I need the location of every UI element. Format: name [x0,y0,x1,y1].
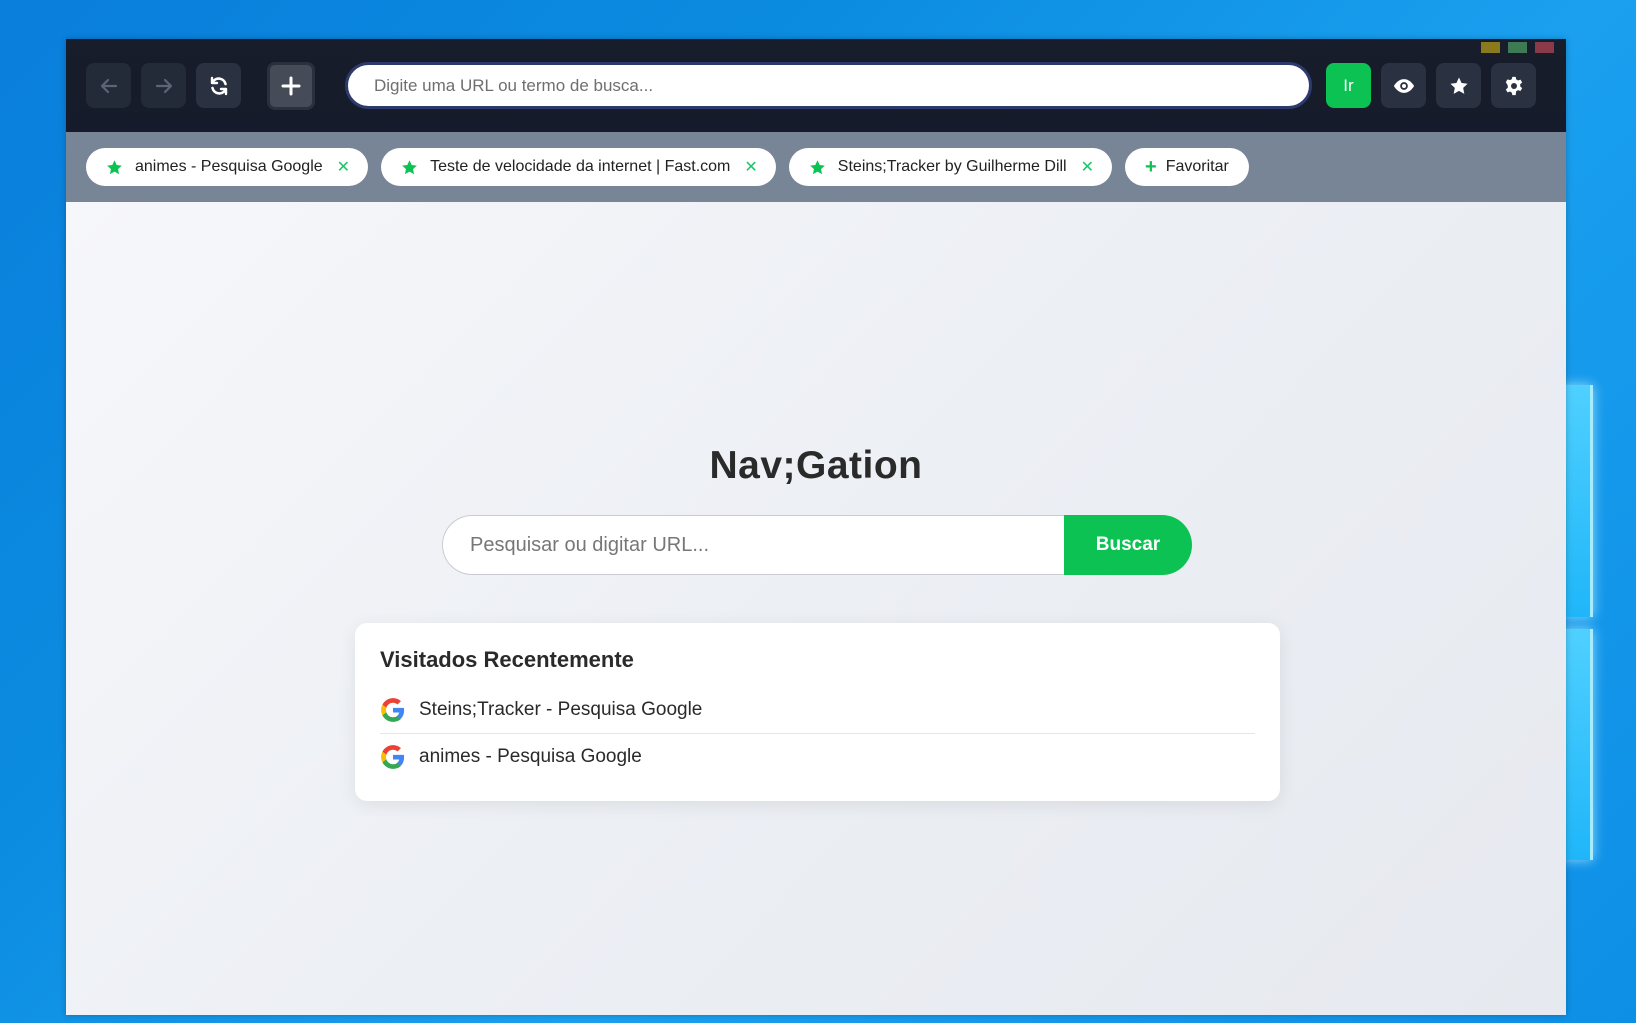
close-button[interactable] [1535,42,1554,53]
google-icon [381,745,405,769]
favorites-bar: animes - Pesquisa Google ✕ Teste de velo… [66,132,1566,202]
recent-site-label: animes - Pesquisa Google [419,746,642,767]
favorite-label: Teste de velocidade da internet | Fast.c… [430,158,731,175]
window-controls [1481,42,1554,53]
minimize-button[interactable] [1481,42,1500,53]
star-icon [809,159,826,176]
plus-icon: + [1145,156,1157,178]
favorite-label: animes - Pesquisa Google [135,158,323,175]
recent-site-item[interactable]: Steins;Tracker - Pesquisa Google [380,687,1255,733]
desktop-logo [1560,385,1624,860]
google-icon [381,698,405,722]
url-input[interactable] [372,74,1309,97]
favorite-item[interactable]: Teste de velocidade da internet | Fast.c… [381,148,776,186]
new-tab-page: Nav;Gation Buscar Visitados Recentemente… [66,202,1566,1015]
bookmarks-button[interactable] [1436,63,1481,108]
maximize-button[interactable] [1508,42,1527,53]
star-icon [1449,77,1468,94]
recent-site-item[interactable]: animes - Pesquisa Google [380,733,1255,780]
settings-button[interactable] [1491,63,1536,108]
privacy-button[interactable] [1381,63,1426,108]
new-tab-button[interactable] [267,61,315,110]
arrow-left-icon [100,78,117,93]
add-favorite-label: Favoritar [1165,158,1229,175]
reload-icon [210,76,227,95]
recent-site-label: Steins;Tracker - Pesquisa Google [419,699,703,720]
go-button[interactable]: Ir [1326,63,1371,108]
remove-favorite-icon[interactable]: ✕ [337,157,350,177]
gear-icon [1505,76,1522,95]
remove-favorite-icon[interactable]: ✕ [744,157,757,177]
eye-icon [1393,78,1414,93]
forward-button[interactable] [141,63,186,108]
favorite-label: Steins;Tracker by Guilherme Dill [837,158,1067,175]
brand-title: Nav;Gation [709,444,923,487]
recent-sites-title: Visitados Recentemente [380,647,634,672]
back-button[interactable] [86,63,131,108]
search-field[interactable] [442,515,1064,575]
favorite-item[interactable]: Steins;Tracker by Guilherme Dill ✕ [788,148,1113,186]
plus-icon [281,76,301,95]
browser-window: Ir animes - Pesquisa Google [66,39,1566,1015]
toolbar: Ir [66,39,1566,132]
star-icon [106,159,123,176]
favorite-item[interactable]: animes - Pesquisa Google ✕ [86,148,369,186]
recent-sites-card: Visitados Recentemente Steins;Tracker - … [355,623,1280,801]
remove-favorite-icon[interactable]: ✕ [1081,157,1094,177]
add-favorite-button[interactable]: + Favoritar [1125,148,1249,186]
search-box: Buscar [442,515,1192,575]
reload-button[interactable] [196,63,241,108]
search-input[interactable] [468,532,1064,558]
star-icon [401,159,418,176]
address-bar[interactable] [345,62,1312,109]
arrow-right-icon [155,78,172,93]
search-button[interactable]: Buscar [1064,515,1192,575]
